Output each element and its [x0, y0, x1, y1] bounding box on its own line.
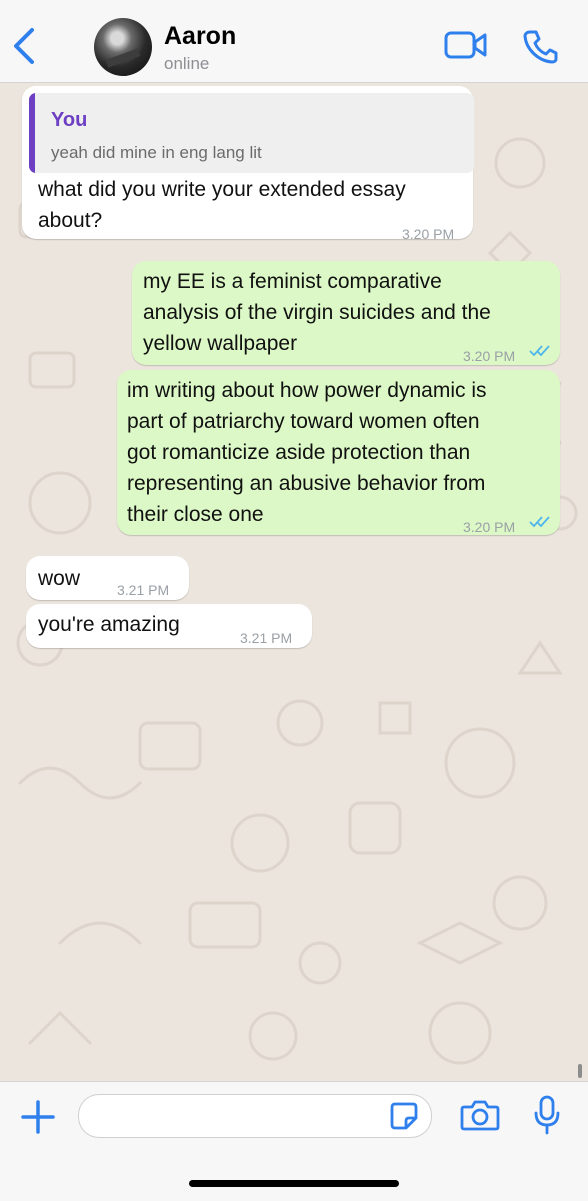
video-camera-icon[interactable]	[444, 30, 488, 60]
microphone-icon[interactable]	[533, 1095, 561, 1135]
message-text: wow	[38, 567, 81, 590]
message-time: 3.20 PM	[463, 348, 516, 364]
camera-icon[interactable]	[460, 1098, 500, 1132]
phone-icon[interactable]	[522, 28, 558, 64]
read-receipt-icon	[529, 345, 550, 356]
avatar[interactable]	[94, 18, 152, 76]
chevron-left-icon[interactable]	[8, 26, 42, 66]
message-incoming[interactable]: you're amazing 3.21 PM	[26, 604, 312, 648]
reply-text: yeah did mine in eng lang lit	[51, 143, 262, 162]
reply-sender: You	[51, 109, 88, 131]
message-incoming[interactable]: wow 3.21 PM	[26, 556, 189, 600]
contact-name[interactable]: Aaron	[164, 22, 236, 51]
plus-icon[interactable]	[20, 1099, 56, 1135]
composer-bar	[0, 1081, 588, 1201]
message-outgoing[interactable]: im writing about how power dynamic is pa…	[117, 370, 560, 535]
chat-header: Aaron online	[0, 0, 588, 83]
quoted-reply[interactable]: You yeah did mine in eng lang lit	[29, 93, 474, 173]
reply-accent-bar	[29, 93, 35, 173]
message-outgoing[interactable]: my EE is a feminist comparative analysis…	[132, 261, 560, 365]
home-indicator[interactable]	[189, 1180, 399, 1187]
message-text: my EE is a feminist comparative analysis…	[143, 270, 491, 355]
message-text: im writing about how power dynamic is pa…	[127, 379, 487, 526]
message-text: you're amazing	[38, 613, 180, 636]
sticker-icon[interactable]	[389, 1101, 419, 1131]
message-text: what did you write your extended essay a…	[38, 178, 406, 232]
scroll-indicator[interactable]	[578, 1064, 582, 1078]
message-time: 3.20 PM	[402, 226, 455, 242]
message-time: 3.20 PM	[463, 519, 516, 535]
message-incoming[interactable]: You yeah did mine in eng lang lit what d…	[22, 86, 474, 242]
contact-status: online	[164, 54, 210, 73]
read-receipt-icon	[529, 516, 550, 527]
message-input[interactable]	[78, 1094, 432, 1138]
chat-area[interactable]: You yeah did mine in eng lang lit what d…	[0, 83, 588, 1081]
message-time: 3.21 PM	[240, 630, 293, 646]
message-time: 3.21 PM	[117, 582, 170, 598]
